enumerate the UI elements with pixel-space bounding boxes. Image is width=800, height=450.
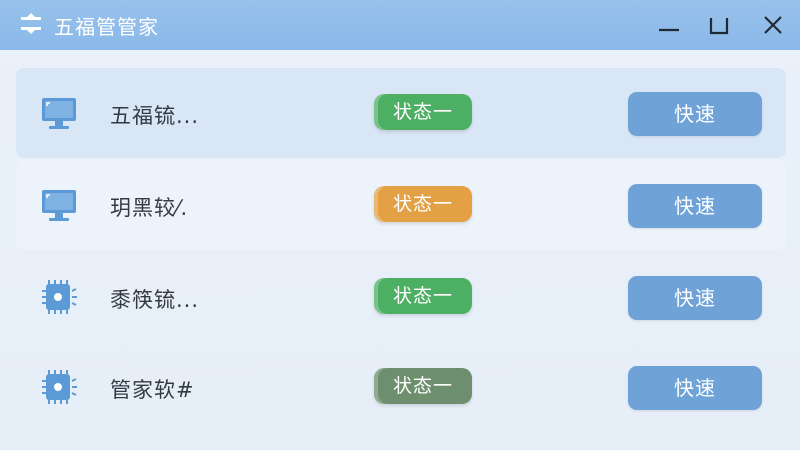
item-label: 管家软# [110, 378, 195, 402]
item-label: 黍筷锍... [110, 288, 200, 312]
maximize-icon[interactable] [706, 12, 732, 38]
quick-button[interactable]: 快速 [628, 184, 762, 228]
chip-icon [42, 280, 77, 314]
list-item[interactable]: 黍筷锍... 状态一 快速 [16, 252, 786, 342]
monitor-icon [42, 190, 76, 221]
quick-button[interactable]: 快速 [628, 92, 762, 136]
status-badge: 状态一 [374, 186, 472, 222]
list-item[interactable]: 管家软# 状态一 快速 [16, 342, 786, 432]
item-list: 五福锍... 状态一 快速 玥黑较⁄. 状态一 快速 黍筷锍... 状态一 快速… [16, 64, 786, 444]
list-item[interactable]: 玥黑较⁄. 状态一 快速 [16, 160, 786, 250]
chip-icon [42, 370, 77, 404]
list-item[interactable]: 五福锍... 状态一 快速 [16, 68, 786, 158]
item-label: 玥黑较⁄. [110, 196, 189, 220]
app-window: 五福管管家 五福锍... 状态一 快速 玥黑较⁄. 状态一 快速 黍筷锍... … [0, 0, 800, 450]
quick-button[interactable]: 快速 [628, 366, 762, 410]
item-label: 五福锍... [110, 104, 200, 128]
minimize-icon[interactable] [656, 12, 682, 38]
quick-button[interactable]: 快速 [628, 276, 762, 320]
status-badge: 状态一 [374, 368, 472, 404]
close-icon[interactable] [760, 12, 786, 38]
window-title: 五福管管家 [54, 15, 159, 39]
title-bar[interactable]: 五福管管家 [0, 0, 800, 50]
status-badge: 状态一 [374, 94, 472, 130]
monitor-icon [42, 98, 76, 129]
status-badge: 状态一 [374, 278, 472, 314]
filter-icon [21, 13, 41, 34]
